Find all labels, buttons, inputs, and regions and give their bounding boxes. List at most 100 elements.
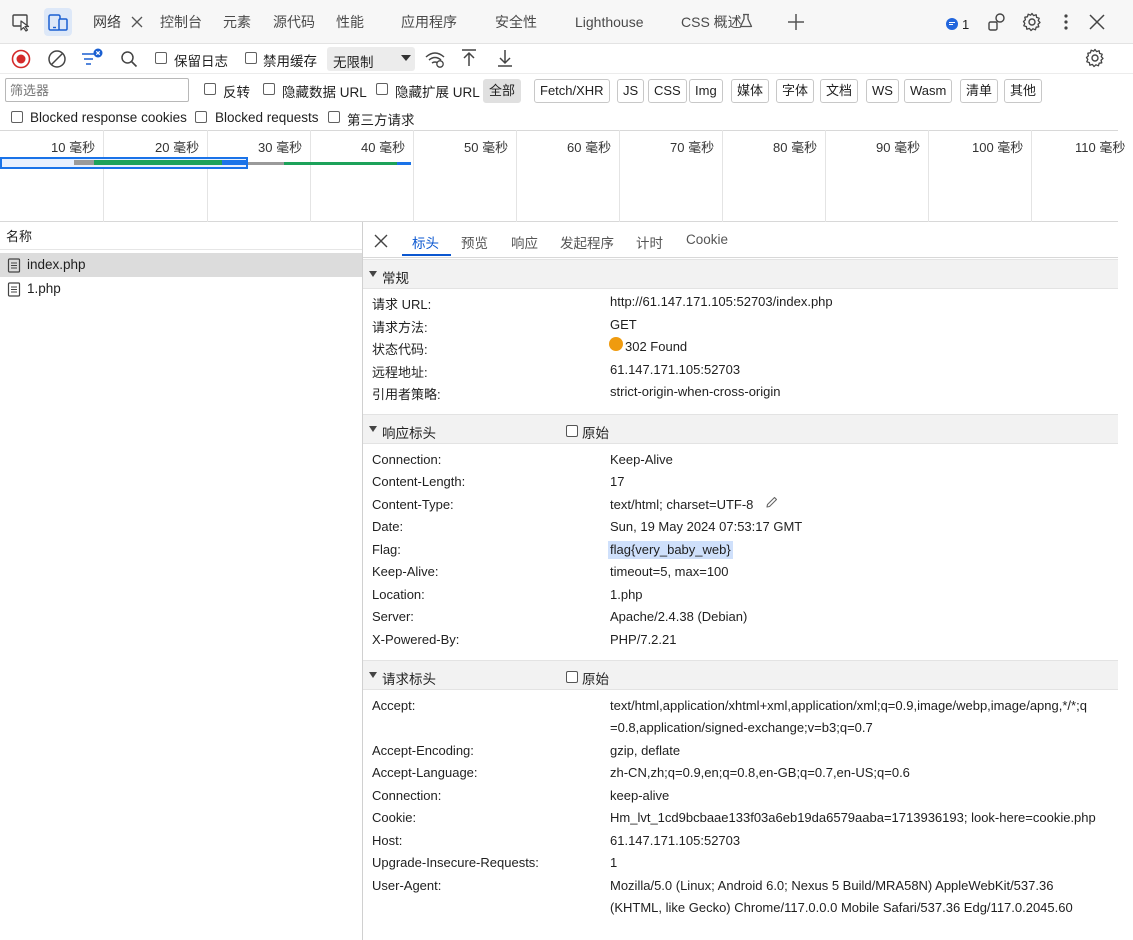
close-tab-icon[interactable] <box>131 16 143 28</box>
type-filter-other[interactable]: 其他 <box>1004 79 1043 103</box>
header-value: Keep-Alive <box>610 452 673 467</box>
header-key: Connection: <box>372 452 442 467</box>
type-filter-manifest[interactable]: 清单 <box>960 79 999 103</box>
header-value: Mozilla/5.0 (Linux; Android 6.0; Nexus 5… <box>610 878 1054 893</box>
tab-lighthouse[interactable]: Lighthouse <box>575 0 644 44</box>
header-key: Connection: <box>372 788 442 803</box>
timeline-tick-label: 20 毫秒 <box>155 140 200 155</box>
edit-pencil-icon[interactable] <box>764 495 779 510</box>
invert-checkbox[interactable] <box>204 83 216 95</box>
header-key: Content-Length: <box>372 474 466 489</box>
header-key: 请求 URL: <box>372 297 432 312</box>
blocked-requests-checkbox[interactable] <box>195 111 207 123</box>
response-headers-section-header[interactable]: 响应标头 原始 <box>363 414 1118 444</box>
header-key: Keep-Alive: <box>372 564 439 579</box>
throttling-select[interactable]: 无限制 <box>327 47 415 71</box>
preserve-log-label: 保留日志 <box>174 54 228 69</box>
header-key: Accept-Encoding: <box>372 743 474 758</box>
network-toolbar <box>0 44 1133 74</box>
waterfall-bar-queue <box>74 160 94 165</box>
tab-application[interactable]: 应用程序 <box>401 0 457 44</box>
invert-label: 反转 <box>223 85 250 100</box>
name-column-header[interactable]: 名称 <box>0 226 362 250</box>
active-tab-indicator <box>402 254 451 256</box>
timeline-tick-label: 100 毫秒 <box>972 140 1024 155</box>
add-tab-icon[interactable] <box>785 11 807 33</box>
type-filter-fetch-xhr[interactable]: Fetch/XHR <box>534 79 610 103</box>
raw-checkbox[interactable] <box>566 425 578 437</box>
type-filter-ws[interactable]: WS <box>866 79 899 103</box>
tab-css-overview[interactable]: CSS 概述 <box>681 0 742 44</box>
type-filter-font[interactable]: 字体 <box>776 79 815 103</box>
clear-icon[interactable] <box>46 48 68 70</box>
inspect-element-icon[interactable] <box>10 11 32 33</box>
hide-data-urls-label: 隐藏数据 URL <box>282 85 367 100</box>
document-icon <box>7 282 21 297</box>
export-har-icon[interactable] <box>494 47 516 69</box>
third-party-checkbox[interactable] <box>328 111 340 123</box>
header-key: 引用者策略: <box>372 387 441 402</box>
tab-security[interactable]: 安全性 <box>495 0 537 44</box>
search-icon[interactable] <box>118 48 140 70</box>
scrollbar-track[interactable] <box>1118 222 1133 940</box>
hide-extension-urls-checkbox[interactable] <box>376 83 388 95</box>
type-filter-js[interactable]: JS <box>617 79 645 103</box>
triangle-down-icon <box>369 426 377 432</box>
tab-elements[interactable]: 元素 <box>223 0 251 44</box>
header-key: Upgrade-Insecure-Requests: <box>372 855 539 870</box>
header-value: 1.php <box>610 587 643 602</box>
request-headers-section-header[interactable]: 请求标头 原始 <box>363 660 1118 690</box>
hide-data-urls-checkbox[interactable] <box>263 83 275 95</box>
type-filter-img[interactable]: Img <box>689 79 723 103</box>
filter-icon[interactable] <box>80 48 103 70</box>
request-row-1-php[interactable]: 1.php <box>0 277 362 301</box>
tab-headers[interactable]: 标头 <box>412 232 439 252</box>
tab-timing[interactable]: 计时 <box>636 232 663 252</box>
disable-cache-checkbox[interactable] <box>245 52 257 64</box>
more-options-icon[interactable] <box>1055 11 1077 33</box>
raw-checkbox[interactable] <box>566 671 578 683</box>
issues-badge[interactable]: 1 <box>946 15 969 33</box>
header-value: Hm_lvt_1cd9bcbaae133f03a6eb19da6579aaba=… <box>610 810 1096 825</box>
tab-sources[interactable]: 源代码 <box>273 0 315 44</box>
type-filter-media[interactable]: 媒体 <box>731 79 770 103</box>
connected-devices-icon[interactable] <box>986 11 1008 33</box>
header-key: Location: <box>372 587 425 602</box>
tab-network[interactable]: 网络 <box>93 0 121 44</box>
settings-gear-icon[interactable] <box>1021 11 1043 33</box>
request-row-index-php[interactable]: index.php <box>0 253 362 277</box>
status-code-value: 302 Found <box>625 339 688 354</box>
tab-cookies[interactable]: Cookie <box>686 232 728 247</box>
record-stop-icon[interactable] <box>10 48 32 70</box>
header-value: GET <box>610 317 637 332</box>
device-toolbar-icon[interactable] <box>44 8 72 36</box>
network-conditions-icon[interactable] <box>423 47 447 71</box>
type-filter-wasm[interactable]: Wasm <box>904 79 953 103</box>
preserve-log-checkbox[interactable] <box>155 52 167 64</box>
close-detail-icon[interactable] <box>373 233 389 249</box>
type-filter-all[interactable]: 全部 <box>483 79 522 103</box>
header-key: Host: <box>372 833 403 848</box>
timeline-tick-label: 50 毫秒 <box>464 140 509 155</box>
tab-console[interactable]: 控制台 <box>160 0 202 44</box>
timeline-gridline <box>310 130 311 222</box>
tab-initiator[interactable]: 发起程序 <box>560 232 614 252</box>
tab-response[interactable]: 响应 <box>511 232 538 252</box>
general-section-header[interactable]: 常规 <box>363 259 1118 289</box>
blocked-cookies-checkbox[interactable] <box>11 111 23 123</box>
type-filter-doc[interactable]: 文档 <box>820 79 859 103</box>
timeline-gridline <box>722 130 723 222</box>
tab-performance[interactable]: 性能 <box>336 0 364 44</box>
flag-header-value[interactable]: flag{very_baby_web} <box>608 541 733 559</box>
blocked-requests-label: Blocked requests <box>215 110 319 125</box>
header-key: Flag: <box>372 542 401 557</box>
section-title: 请求标头 <box>382 672 436 687</box>
filter-input[interactable] <box>5 78 189 102</box>
import-har-icon[interactable] <box>458 47 480 69</box>
close-devtools-icon[interactable] <box>1086 11 1108 33</box>
network-settings-gear-icon[interactable] <box>1084 47 1106 69</box>
tab-preview[interactable]: 预览 <box>461 232 488 252</box>
type-filter-css[interactable]: CSS <box>648 79 687 103</box>
timeline-gridline <box>413 130 414 222</box>
header-value: 61.147.171.105:52703 <box>610 362 741 377</box>
